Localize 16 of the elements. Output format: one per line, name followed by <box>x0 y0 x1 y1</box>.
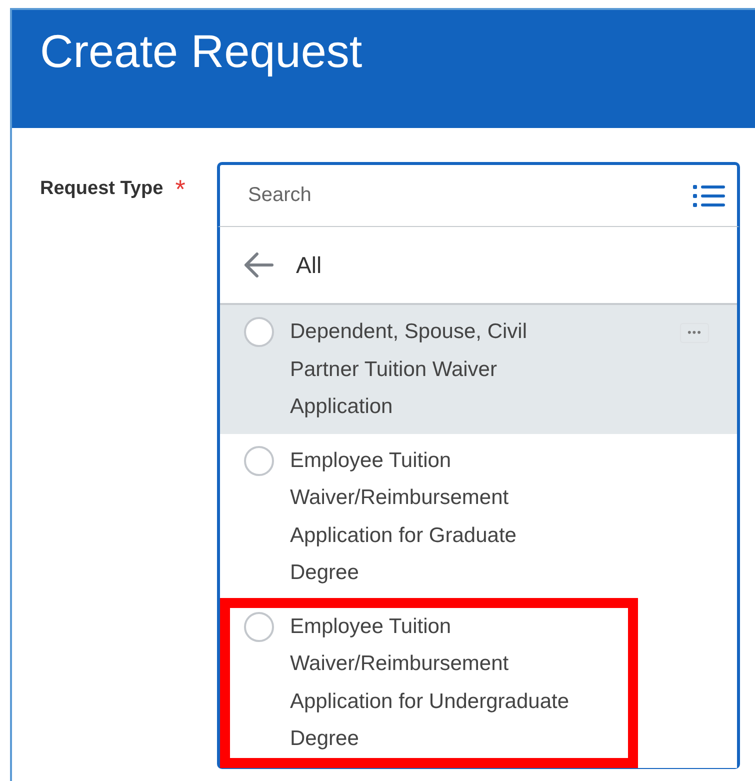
page-title: Create Request <box>40 24 362 78</box>
option-label: Dependent, Spouse, Civil Partner Tuition Waiver Application <box>290 319 528 420</box>
radio-button[interactable] <box>244 612 274 642</box>
list-option[interactable]: Dependent, Spouse, Civil Partner Tuition Waiver Application ••• <box>220 305 737 434</box>
more-button[interactable]: ••• <box>680 323 709 343</box>
radio-button[interactable] <box>244 446 274 476</box>
required-mark: * <box>175 178 186 200</box>
back-label[interactable]: All <box>296 252 322 278</box>
back-arrow-icon[interactable] <box>242 251 274 279</box>
list-option[interactable]: Employee Tuition Waiver/Reimbursement Application for Undergraduate Degree <box>220 598 737 768</box>
radio-button[interactable] <box>244 317 274 347</box>
option-label: Employee Tuition Waiver/Reimbursement Application for Graduate Degree <box>290 448 518 586</box>
field-label: Request Type <box>40 178 164 200</box>
list-icon[interactable] <box>693 184 725 208</box>
search-field[interactable]: Search <box>246 183 550 208</box>
option-label: Employee Tuition Waiver/Reimbursement Application for Undergraduate Degree <box>290 614 570 752</box>
